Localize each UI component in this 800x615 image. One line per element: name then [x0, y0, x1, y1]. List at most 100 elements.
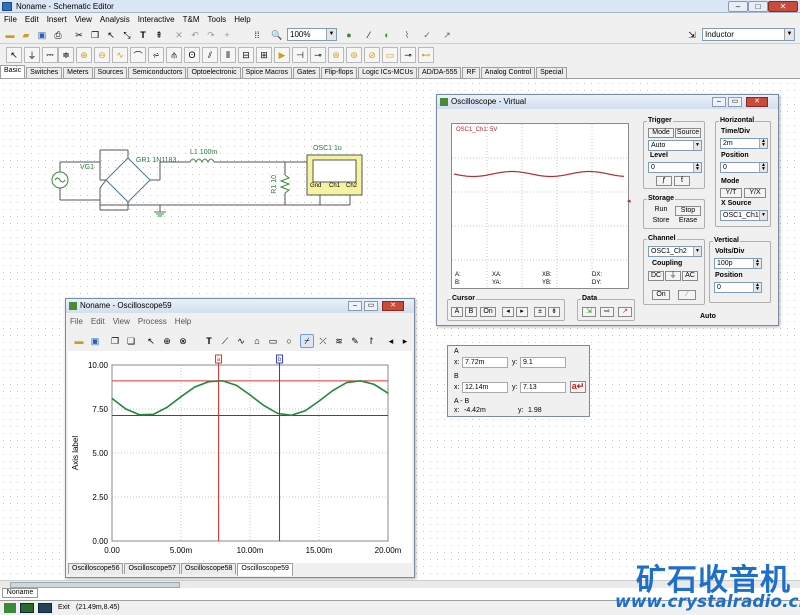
- cursor-right-button[interactable]: ▸: [516, 307, 528, 317]
- document-tab[interactable]: Noname: [2, 588, 38, 598]
- voltage-source-icon[interactable]: ⊕: [76, 47, 92, 63]
- lamp-icon[interactable]: ⊛: [328, 47, 344, 63]
- spinner-icon[interactable]: ▲ ▼: [759, 163, 767, 172]
- tab-special[interactable]: Special: [536, 67, 568, 78]
- diode-icon[interactable]: ▶: [274, 47, 290, 63]
- fuse-icon[interactable]: ▭: [382, 47, 398, 63]
- line-tool-icon[interactable]: ⟋: [218, 334, 232, 348]
- add-annotation-icon[interactable]: a↵: [570, 381, 586, 393]
- cursor-a-y-value[interactable]: 9.1: [520, 357, 566, 368]
- tab-sources[interactable]: Sources: [93, 67, 128, 78]
- cut-icon[interactable]: ✂: [72, 28, 86, 42]
- stop-button[interactable]: Stop: [675, 206, 701, 216]
- led-icon[interactable]: ⊣: [292, 47, 308, 63]
- battery-icon[interactable]: ⎓: [42, 47, 58, 63]
- yt-button[interactable]: Y/T: [720, 188, 742, 198]
- menu-analysis[interactable]: Analysis: [96, 15, 134, 24]
- cursor-tool-icon[interactable]: ⌿: [300, 334, 314, 348]
- cursor-pm-button[interactable]: ±: [534, 307, 546, 317]
- component-search-icon[interactable]: ⇲: [685, 28, 699, 42]
- crystal-icon[interactable]: ⊞: [256, 47, 272, 63]
- minimize-button[interactable]: –: [712, 97, 726, 107]
- component-select[interactable]: Inductor ▼: [702, 28, 795, 41]
- cursor-a-button[interactable]: A: [451, 307, 463, 317]
- zoom-select[interactable]: 100% ▼: [287, 28, 337, 41]
- trigger-mode-select[interactable]: Auto ▼: [648, 140, 702, 151]
- trigger-level-input[interactable]: 0 ▲ ▼: [648, 162, 702, 173]
- status-icon-1[interactable]: [4, 603, 16, 613]
- capacitor-icon[interactable]: ⫛: [166, 47, 182, 63]
- trigger-mode-button[interactable]: Mode: [648, 128, 674, 138]
- copy-icon[interactable]: ❐: [108, 334, 122, 348]
- transient-icon[interactable]: ✓: [420, 28, 434, 42]
- cursor-left-button[interactable]: ◂: [502, 307, 514, 317]
- menu-tools[interactable]: Tools: [204, 15, 231, 24]
- menu-insert[interactable]: Insert: [43, 15, 71, 24]
- osc59-menu-edit[interactable]: Edit: [87, 317, 109, 329]
- store-button[interactable]: Store: [648, 217, 674, 227]
- close-button[interactable]: ✕: [768, 1, 798, 12]
- wand-icon[interactable]: ↗: [440, 28, 454, 42]
- relay-icon[interactable]: ⊟: [238, 47, 254, 63]
- probe-icon[interactable]: ⁄: [362, 28, 376, 42]
- cursor-b-x-value[interactable]: 12.14m: [462, 382, 508, 393]
- dc-analysis-icon[interactable]: ⌇: [400, 28, 414, 42]
- delete-icon[interactable]: ✕: [172, 28, 186, 42]
- menu-edit[interactable]: Edit: [21, 15, 43, 24]
- rising-edge-button[interactable]: ƒ: [656, 176, 672, 186]
- current-source-icon[interactable]: ⊖: [94, 47, 110, 63]
- xsource-select[interactable]: OSC1_Ch1 ▼: [720, 210, 768, 221]
- undo-icon[interactable]: ↶: [188, 28, 202, 42]
- osc59-titlebar[interactable]: Noname - Oscilloscope59 – ▭ ✕: [66, 299, 414, 313]
- open-icon[interactable]: ▬: [72, 334, 86, 348]
- potentiometer-icon[interactable]: ⫽: [202, 47, 218, 63]
- open-folder-icon[interactable]: ▬: [3, 28, 17, 42]
- tab-switches[interactable]: Switches: [26, 67, 63, 78]
- timediv-input[interactable]: 2m ▲ ▼: [720, 138, 768, 149]
- align-icon[interactable]: ⇞: [152, 28, 166, 42]
- vposition-input[interactable]: 0 ▲ ▼: [714, 282, 762, 293]
- tab-oscilloscope56[interactable]: Oscilloscope56: [68, 563, 124, 574]
- tab-adda[interactable]: AD/DA-555: [418, 67, 462, 78]
- cursor-pair-icon[interactable]: ⤫: [316, 334, 330, 348]
- osc59-menu-process[interactable]: Process: [134, 317, 171, 329]
- zoom-fit-icon[interactable]: ⊗: [176, 334, 190, 348]
- menu-view[interactable]: View: [71, 15, 96, 24]
- scroll-left-icon[interactable]: ◂: [384, 334, 398, 348]
- scroll-right-icon[interactable]: ▸: [398, 334, 412, 348]
- minimize-button[interactable]: –: [348, 301, 362, 311]
- speaker-icon[interactable]: ⊘: [364, 47, 380, 63]
- diagram-icon[interactable]: ↗: [618, 307, 632, 317]
- close-button[interactable]: ✕: [382, 301, 404, 311]
- jumper-icon[interactable]: ⊷: [418, 47, 434, 63]
- restore-button[interactable]: ▭: [728, 97, 742, 107]
- redo-icon[interactable]: ↷: [204, 28, 218, 42]
- ground-icon[interactable]: ⏚: [24, 47, 40, 63]
- menu-tm[interactable]: T&M: [179, 15, 204, 24]
- dc-source-icon[interactable]: ≑: [58, 47, 74, 63]
- grid-icon[interactable]: ⁞⁞: [250, 28, 264, 42]
- save-icon[interactable]: ▣: [35, 28, 49, 42]
- meter-icon[interactable]: ◐: [380, 28, 394, 42]
- resistor-icon[interactable]: ⩫: [148, 47, 164, 63]
- select-arrow-icon[interactable]: ↖: [144, 334, 158, 348]
- curve-tool-icon[interactable]: ∿: [234, 334, 248, 348]
- spinner-icon[interactable]: ▲ ▼: [753, 259, 761, 268]
- channel-select[interactable]: OSC1_Ch2 ▼: [648, 246, 702, 257]
- spinner-icon[interactable]: ▲ ▼: [759, 139, 767, 148]
- ellipse-tool-icon[interactable]: ○: [282, 334, 296, 348]
- paste-icon[interactable]: ❏: [124, 334, 138, 348]
- cursor-down-button[interactable]: ⇟: [548, 307, 560, 317]
- print-icon[interactable]: ⎙: [51, 28, 65, 42]
- text-icon[interactable]: T: [202, 334, 216, 348]
- pen-icon[interactable]: ✎: [348, 334, 362, 348]
- fft-icon[interactable]: ≋: [332, 334, 346, 348]
- meter-comp-icon[interactable]: ⊚: [346, 47, 362, 63]
- osc59-plot-area[interactable]: 0.00 2.50 5.00 7.50 10.00 0.00 5.00m 10.00m 15.0…: [68, 351, 412, 563]
- tab-gates[interactable]: Gates: [292, 67, 320, 78]
- transformer-icon[interactable]: ⫴: [220, 47, 236, 63]
- virtual-osc-titlebar[interactable]: Oscilloscope - Virtual – ▭ ✕: [437, 95, 778, 109]
- wire-icon[interactable]: ⤡: [120, 28, 134, 42]
- tab-basic[interactable]: Basic: [0, 65, 26, 78]
- add-icon[interactable]: +: [220, 28, 234, 42]
